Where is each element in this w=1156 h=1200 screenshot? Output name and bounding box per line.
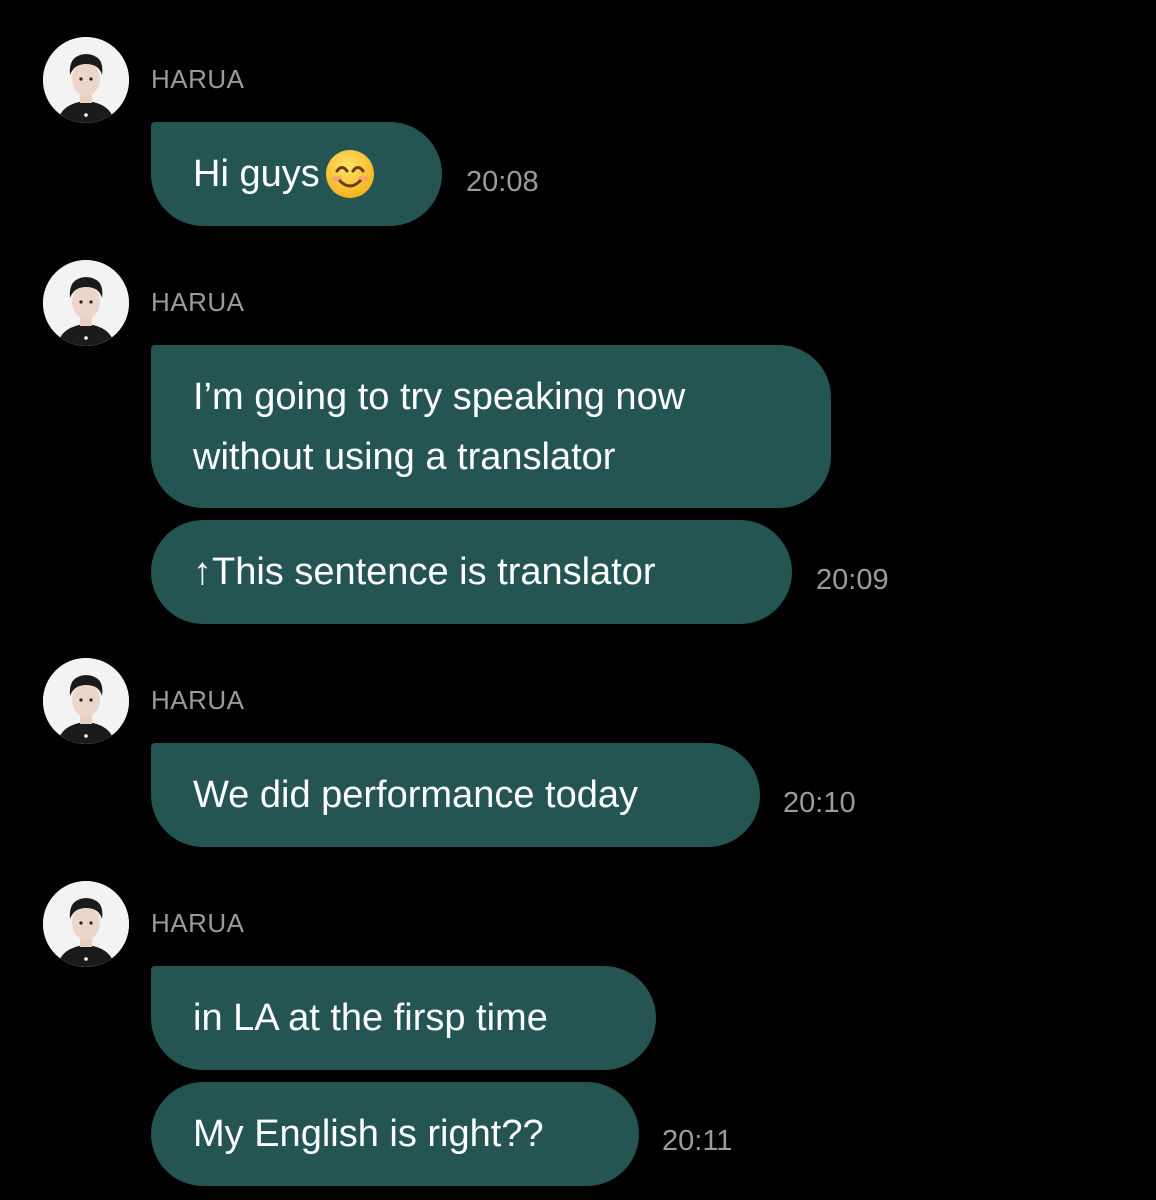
message-text: ↑This sentence is translator <box>193 551 656 593</box>
profile-photo-icon <box>43 260 129 346</box>
message-timestamp: 20:08 <box>466 166 539 198</box>
message-bubble[interactable]: We did performance today <box>151 743 760 847</box>
message-timestamp: 20:11 <box>662 1125 733 1157</box>
message-text: in LA at the firsp time <box>193 997 548 1039</box>
sender-name: HARUA <box>151 685 245 715</box>
avatar[interactable] <box>43 658 129 744</box>
avatar[interactable] <box>43 37 129 123</box>
avatar[interactable] <box>43 260 129 346</box>
message-bubble[interactable]: in LA at the firsp time <box>151 966 656 1070</box>
message-text: Hi guys <box>193 153 320 195</box>
profile-photo-icon <box>43 658 129 744</box>
profile-photo-icon <box>43 881 129 967</box>
message-bubble[interactable]: My English is right?? <box>151 1082 639 1186</box>
message-text-line: without using a translator <box>193 436 616 478</box>
message-bubble[interactable]: Hi guys <box>151 122 442 226</box>
sender-name: HARUA <box>151 287 245 317</box>
message-bubble[interactable]: I’m going to try speaking now without us… <box>151 345 831 508</box>
message-timestamp: 20:10 <box>783 787 856 819</box>
avatar[interactable] <box>43 881 129 967</box>
profile-photo-icon <box>43 37 129 123</box>
message-bubble[interactable]: ↑This sentence is translator <box>151 520 792 624</box>
smiling-face-with-smiling-eyes-icon <box>325 150 374 198</box>
sender-name: HARUA <box>151 908 245 938</box>
sender-name: HARUA <box>151 64 245 94</box>
message-text: My English is right?? <box>193 1113 544 1155</box>
message-text: We did performance today <box>193 774 638 816</box>
message-text-line: I’m going to try speaking now <box>193 376 686 418</box>
message-timestamp: 20:09 <box>816 564 889 596</box>
